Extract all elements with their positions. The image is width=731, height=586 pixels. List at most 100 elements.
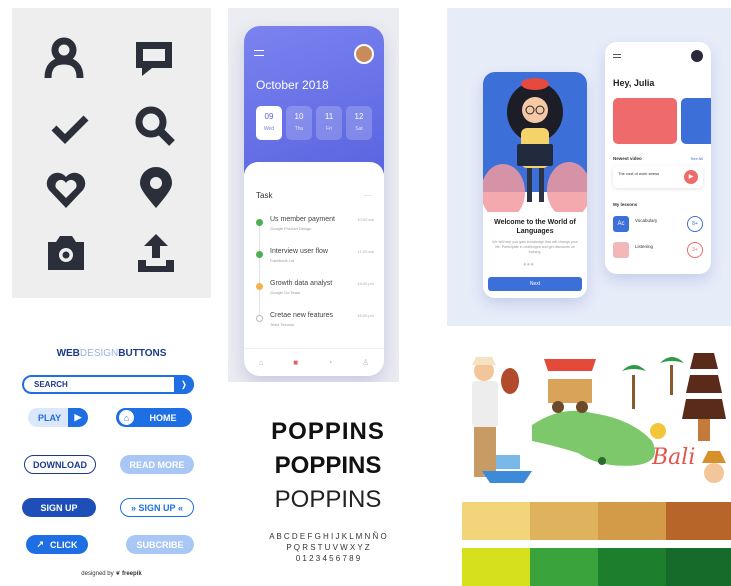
search-icon <box>135 106 175 146</box>
credit: designed by ❦ freepik <box>81 571 142 577</box>
welcome-title: Welcome to the World of Languages <box>494 219 576 235</box>
page-dots: ●●● <box>523 262 534 268</box>
search-input[interactable]: SEARCH ❭ <box>22 375 194 394</box>
avatar[interactable] <box>691 50 703 62</box>
newest-video-label: Newest video <box>613 156 642 161</box>
heart-icon <box>46 172 86 208</box>
day-12[interactable]: 12 Sat <box>346 106 372 140</box>
upload-icon <box>138 234 174 272</box>
see-all-link[interactable]: See All <box>691 156 703 161</box>
video-card[interactable]: The cost of work stress ▶ <box>613 166 703 188</box>
swatch <box>530 502 598 540</box>
bottom-nav: ⌂ ■ ◔ ♙ <box>244 348 384 376</box>
phone-frame: October 2018 09 Wed 10 Thu 11 Fri 12 Sat Tas… <box>244 26 384 376</box>
bali-illustration: Bali <box>462 345 731 499</box>
welcome-screen: Welcome to the World of Languages We wil… <box>483 72 587 298</box>
location-pin-icon <box>140 167 172 208</box>
task-heading: Task <box>256 191 273 200</box>
chart-icon[interactable]: ◔ <box>328 358 333 367</box>
color-palette <box>462 502 731 586</box>
language-app-mockup: Welcome to the World of Languages We wil… <box>447 8 731 326</box>
search-arrow-icon[interactable]: ❭ <box>174 375 194 394</box>
sign-up-outline-button[interactable]: » SIGN UP « <box>120 498 194 517</box>
task-status-dot <box>256 251 263 258</box>
month-label: October 2018 <box>256 78 329 92</box>
chat-icon <box>136 42 172 76</box>
swatch <box>462 502 530 540</box>
task-sub: Tesla Tecnolo <box>270 322 295 327</box>
lesson-row[interactable]: Ac Vocabulary 8+ <box>613 214 703 234</box>
more-icon[interactable]: ··· <box>364 191 372 200</box>
day-11[interactable]: 11 Fri <box>316 106 342 140</box>
icon-set-panel <box>12 8 211 298</box>
girl-laptop-illustration <box>483 78 587 212</box>
play-button[interactable]: PLAY ▶ <box>28 408 88 427</box>
task-sub: Facebook Ltd <box>270 258 295 263</box>
download-button[interactable]: DOWNLOAD <box>24 455 96 474</box>
lesson-row[interactable]: Listening 3+ <box>613 240 703 260</box>
lesson-badge: 3+ <box>687 242 703 258</box>
swatch <box>666 548 731 586</box>
alphabet-line-1: A B C D E F G H I J K L M N Ñ O <box>269 532 387 541</box>
dashboard-screen: Hey, Julia Newest video See All The cost… <box>605 42 711 274</box>
camera-icon <box>48 236 84 270</box>
lesson-badge: 8+ <box>687 216 703 232</box>
tasks-icon[interactable]: ■ <box>293 358 298 367</box>
task-time: 11:00 am <box>357 249 374 254</box>
task-sub: Google Product Design <box>270 226 312 231</box>
task-name: Us member payment <box>270 216 335 223</box>
play-icon[interactable]: ▶ <box>684 170 698 184</box>
avatar[interactable] <box>354 44 374 64</box>
swatch <box>462 548 530 586</box>
task-sub: Google Go Team <box>270 290 301 295</box>
welcome-body: We will help you gain knowledge that wil… <box>492 240 578 254</box>
home-icon: ⌂ <box>117 408 136 427</box>
greeting: Hey, Julia <box>613 78 655 88</box>
click-button[interactable]: ↗ CLICK <box>26 535 88 554</box>
home-button[interactable]: ⌂ HOME <box>116 408 192 427</box>
day-09[interactable]: 09 Wed <box>256 106 282 140</box>
poppins-font-sample: POPPINS POPPINS POPPINS A B C D E F G H … <box>228 400 428 586</box>
task-time: 10:00 am <box>357 217 374 222</box>
task-name: Growth data analyst <box>270 280 333 287</box>
play-icon: ▶ <box>68 408 88 427</box>
task-item[interactable]: Us member payment Google Product Design … <box>256 216 374 240</box>
digits-line: 0 1 2 3 4 5 6 7 8 9 <box>295 554 361 563</box>
font-sample-bold: POPPINS <box>271 418 385 445</box>
subscribe-button[interactable]: SUBCRIBE <box>126 535 194 554</box>
calendar-app-mockup: October 2018 09 Wed 10 Thu 11 Fri 12 Sat Tas… <box>228 8 399 382</box>
video-title: The cost of work stress <box>618 171 660 176</box>
task-time: 16:00 pm <box>357 313 374 318</box>
swatch <box>530 548 598 586</box>
cursor-arrow-icon: ↗ <box>36 539 45 549</box>
profile-icon[interactable]: ♙ <box>362 358 369 367</box>
alphabet-line-2: P Q R S T U V W X Y Z <box>286 543 370 552</box>
task-item[interactable]: Interview user flow Facebook Ltd 11:00 a… <box>256 248 374 272</box>
chevron-left-icon: » <box>130 502 136 513</box>
next-button[interactable]: Next <box>488 277 582 291</box>
lessons-label: My lessons <box>613 202 638 207</box>
menu-icon[interactable] <box>254 50 264 56</box>
sign-up-button[interactable]: SIGN UP <box>22 498 96 517</box>
listening-icon <box>613 242 629 258</box>
task-item[interactable]: Cretae new features Tesla Tecnolo 16:00 … <box>256 312 374 336</box>
calendar-header: October 2018 09 Wed 10 Thu 11 Fri 12 Sat <box>244 26 384 174</box>
lesson-name: Listening <box>635 244 654 249</box>
menu-icon[interactable] <box>613 54 621 58</box>
read-more-button[interactable]: READ MORE <box>120 455 194 474</box>
lesson-card[interactable] <box>613 98 677 144</box>
swatch <box>666 502 731 540</box>
swatch <box>598 548 666 586</box>
chevron-right-icon: « <box>178 502 184 513</box>
day-10[interactable]: 10 Thu <box>286 106 312 140</box>
user-icon <box>44 37 84 79</box>
bali-label: Bali <box>652 445 696 470</box>
home-icon[interactable]: ⌂ <box>259 358 264 367</box>
bali-scene-illustration <box>472 353 726 483</box>
task-time: 14:00 pm <box>357 281 374 286</box>
task-item[interactable]: Growth data analyst Google Go Team 14:00… <box>256 280 374 304</box>
lesson-card[interactable] <box>681 98 711 144</box>
font-sample-semibold: POPPINS <box>274 452 382 479</box>
task-status-dot <box>256 315 263 322</box>
freepik-logo-icon: ❦ <box>115 571 121 577</box>
